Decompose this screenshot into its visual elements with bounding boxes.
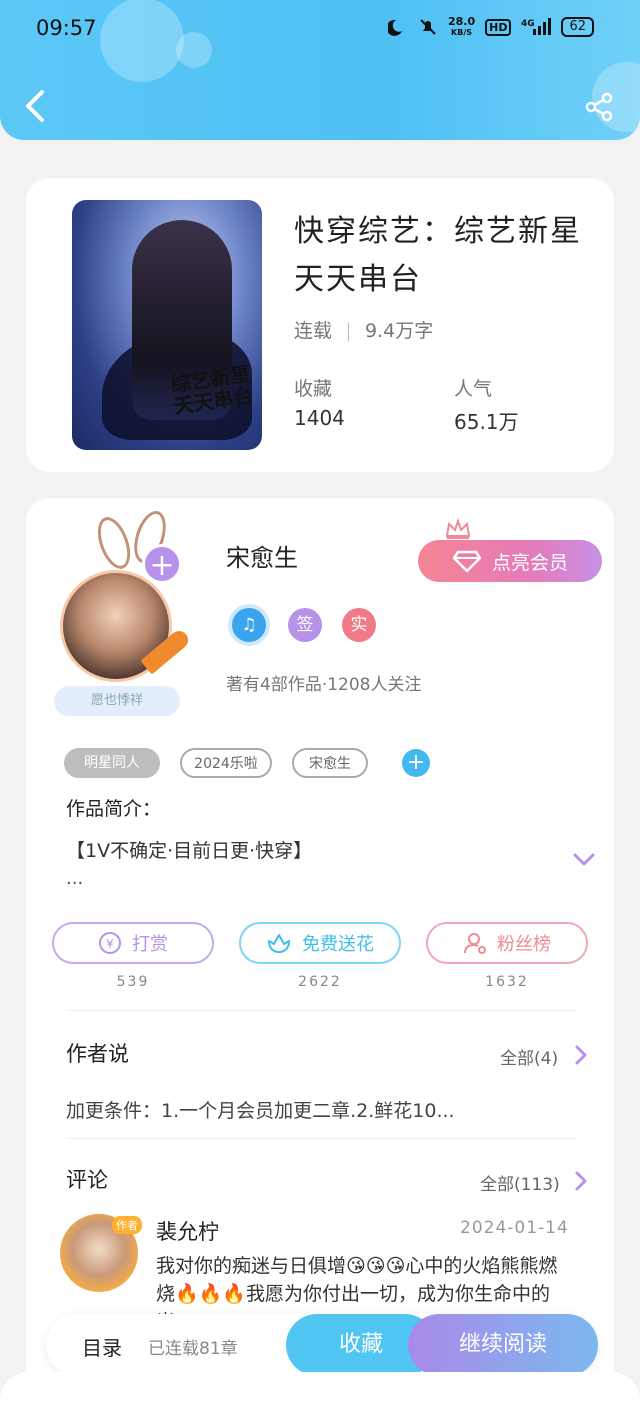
music-badge-icon: ♫ <box>232 608 266 642</box>
collect-value: 1404 <box>294 406 345 430</box>
toc-button[interactable]: 目录 <box>82 1332 122 1361</box>
author-says-all-link[interactable]: 全部(4) <box>500 1044 558 1069</box>
tag-chip[interactable]: 明星同人 <box>64 748 160 778</box>
svg-text:4G: 4G <box>521 19 535 29</box>
comment-date: 2024-01-14 <box>460 1218 569 1238</box>
add-tag-button[interactable]: + <box>402 749 430 777</box>
user-rank-icon <box>464 933 486 954</box>
details-card: + 愿也悸祥 宋愈生 点亮会员 ♫ 签 实 著有4部作品·1208人关注 明星同… <box>26 498 614 1422</box>
commenter-name[interactable]: 裴允柠 <box>156 1216 219 1246</box>
popularity-value: 65.1万 <box>454 410 519 434</box>
diamond-icon <box>452 550 482 573</box>
fan-badge: 愿也悸祥 <box>54 686 180 716</box>
popularity-label: 人气 <box>454 378 493 400</box>
signed-badge: 签 <box>288 608 322 642</box>
intro-ellipsis: ... <box>66 868 84 889</box>
divider <box>66 1010 578 1011</box>
book-meta: 连载 9.4万字 <box>294 316 433 343</box>
author-name[interactable]: 宋愈生 <box>226 538 298 573</box>
tip-button[interactable]: ¥ 打赏 <box>52 922 214 964</box>
fan-count: 1632 <box>485 974 529 990</box>
chapter-count: 已连载81章 <box>148 1339 238 1359</box>
book-cover[interactable]: 综艺新星天天串台 <box>72 200 262 450</box>
share-icon[interactable] <box>584 92 614 122</box>
send-flower-label: 免费送花 <box>302 934 374 955</box>
author-says-text[interactable]: 加更条件：1.一个月会员加更二章.2.鲜花10... <box>66 1096 455 1123</box>
author-says-title: 作者说 <box>66 1042 129 1066</box>
bottom-action-bar: 目录 已连载81章 收藏 继续阅读 <box>46 1314 598 1376</box>
book-info-card: 综艺新星天天串台 快穿综艺：综艺新星天天串台 连载 9.4万字 收藏 1404 人… <box>26 178 614 472</box>
verified-badge: 实 <box>342 608 376 642</box>
tip-count: 539 <box>116 974 150 990</box>
tag-chip[interactable]: 2024乐啦 <box>180 748 272 778</box>
divider <box>66 1138 578 1139</box>
signal-icon: 4G <box>521 18 552 35</box>
net-speed: 28.0 KB/S <box>447 15 476 37</box>
send-flower-button[interactable]: 免费送花 <box>239 922 401 964</box>
status-icons: 28.0 KB/S HD 4G 62 <box>387 15 594 38</box>
bottom-safe-area <box>0 1372 640 1422</box>
crown-icon <box>445 518 471 539</box>
vip-button-label: 点亮会员 <box>491 551 568 574</box>
battery-icon: 62 <box>561 17 594 37</box>
author-stats: 著有4部作品·1208人关注 <box>226 675 422 695</box>
vip-button[interactable]: 点亮会员 <box>418 540 602 582</box>
follow-plus-button[interactable]: + <box>142 544 182 584</box>
collect-label: 收藏 <box>294 378 333 400</box>
author-avatar-group[interactable]: + <box>60 506 192 682</box>
back-arrow-icon[interactable] <box>22 88 50 124</box>
chevron-down-icon[interactable] <box>572 852 596 868</box>
decor-bubble <box>176 32 212 68</box>
continue-reading-button[interactable]: 继续阅读 <box>408 1314 598 1376</box>
book-title: 快穿综艺：综艺新星天天串台 <box>294 214 582 297</box>
bunny-ear-decor <box>91 512 137 574</box>
flower-count: 2622 <box>298 974 342 990</box>
intro-text: 【1V不确定·目前日更·快穿】 <box>66 840 313 862</box>
svg-text:¥: ¥ <box>106 937 114 951</box>
top-header: 09:57 28.0 KB/S HD 4G 62 <box>0 0 640 140</box>
author-badge: 作者 <box>112 1216 142 1234</box>
intro-label: 作品简介： <box>66 798 162 820</box>
moon-icon <box>387 19 402 36</box>
comments-all-link[interactable]: 全部(113) <box>480 1170 560 1195</box>
fan-ranking-label: 粉丝榜 <box>497 934 551 955</box>
comments-title: 评论 <box>66 1168 108 1192</box>
fan-ranking-button[interactable]: 粉丝榜 <box>426 922 588 964</box>
meta-divider <box>348 322 350 341</box>
decor-bubble <box>100 0 184 82</box>
chevron-right-icon[interactable] <box>574 1044 588 1066</box>
book-status: 连载 <box>294 320 333 342</box>
hd-icon: HD <box>485 18 512 36</box>
tag-chip[interactable]: 宋愈生 <box>292 748 368 778</box>
mute-bell-icon <box>420 19 436 35</box>
flower-icon <box>268 934 290 953</box>
tip-label: 打赏 <box>132 934 168 955</box>
yen-coin-icon: ¥ <box>99 932 121 954</box>
word-count: 9.4万字 <box>365 320 434 342</box>
chevron-right-icon[interactable] <box>574 1170 588 1192</box>
status-time: 09:57 <box>36 16 97 40</box>
